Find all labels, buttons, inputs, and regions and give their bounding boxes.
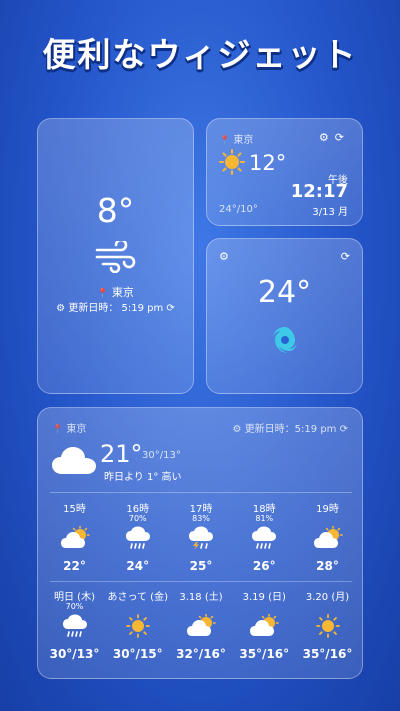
clock-widget[interactable]: 📍 東京 ⚙⟳ 12° 24°/10° 午後 12:17 3/13 月 xyxy=(206,118,363,226)
hourly-temperature: 28° xyxy=(316,559,339,573)
clock-widget-date: 3/13 月 xyxy=(312,207,348,218)
forecast-widget-location-label: 東京 xyxy=(66,424,87,435)
sunny-icon xyxy=(296,614,359,638)
hourly-label: 16時 xyxy=(126,504,150,515)
clock-widget-location: 📍 東京 xyxy=(219,131,253,146)
gear-icon[interactable]: ⚙ xyxy=(233,424,242,435)
divider xyxy=(50,492,352,493)
thunderstorm-icon xyxy=(170,526,233,550)
partly-cloudy-icon xyxy=(170,614,233,638)
forecast-widget[interactable]: 📍 東京 ⚙ 更新日時：5:19 pm ⟳ 21° 30°/13° 昨日より 1… xyxy=(37,407,363,679)
forecast-widget-updated: ⚙ 更新日時：5:19 pm ⟳ xyxy=(233,420,348,435)
refresh-icon[interactable]: ⟳ xyxy=(335,131,350,144)
clock-widget-location-label: 東京 xyxy=(233,135,254,146)
hourly-label: 17時 xyxy=(189,504,213,515)
daily-item: 3.18 (土) 32°/16° xyxy=(170,588,233,676)
daily-temperature: 32°/16° xyxy=(176,647,226,661)
wind-widget[interactable]: 8° 📍 東京 ⚙ 更新日時： 5:19 pm ⟳ xyxy=(37,118,194,394)
hourly-label: 18時 xyxy=(252,504,276,515)
clock-widget-time: 12:17 xyxy=(290,181,348,202)
hurricane-icon xyxy=(269,324,301,356)
hourly-item: 18時 81% 26° xyxy=(233,500,296,588)
daily-temperature: 30°/13° xyxy=(49,647,100,661)
precipitation-chance xyxy=(43,514,106,524)
refresh-icon[interactable]: ⟳ xyxy=(340,424,348,435)
daily-label: 3.20 (月) xyxy=(305,592,350,603)
refresh-icon[interactable]: ⟳ xyxy=(166,303,174,314)
daily-item: あさって (金) 30°/15° xyxy=(106,588,169,676)
daily-label: 明日 (木) xyxy=(54,592,95,603)
precipitation-chance xyxy=(296,602,359,612)
sun-icon xyxy=(219,149,245,175)
forecast-widget-updated-label: 更新日時：5:19 pm xyxy=(244,424,337,435)
hourly-label: 19時 xyxy=(316,504,339,515)
sunny-icon xyxy=(106,614,169,638)
hourly-item: 17時 83% 25° xyxy=(170,500,233,588)
storm-widget[interactable]: ⚙ ⟳ 24° xyxy=(206,238,363,394)
wind-widget-location: 📍 東京 xyxy=(38,284,193,300)
location-pin-icon: 📍 xyxy=(52,425,64,435)
precipitation-chance: 70% xyxy=(128,514,147,523)
daily-forecast: 明日 (木) 70% 30°/13° あさって (金) 30°/15° 3.18 (土) 3… xyxy=(43,588,359,676)
daily-temperature: 35°/16° xyxy=(302,647,353,661)
hourly-temperature: 25° xyxy=(189,559,213,573)
precipitation-chance: 70% xyxy=(65,602,84,611)
forecast-widget-high-low: 30°/13° xyxy=(142,450,181,461)
wind-widget-temperature: 8° xyxy=(96,191,135,230)
divider xyxy=(50,581,352,582)
gear-icon[interactable]: ⚙ xyxy=(56,303,65,314)
forecast-widget-location: 📍 東京 xyxy=(52,420,86,435)
daily-label: 3.18 (土) xyxy=(179,592,223,603)
precipitation-chance: 83% xyxy=(192,514,210,523)
precipitation-chance xyxy=(296,514,359,524)
hourly-item: 19時 28° xyxy=(296,500,359,588)
headline: 便利なウィジェット xyxy=(42,35,358,74)
gear-icon[interactable]: ⚙ xyxy=(219,250,229,263)
clock-widget-controls: ⚙⟳ xyxy=(319,131,350,144)
precipitation-chance xyxy=(170,602,233,612)
hourly-item: 16時 70% 24° xyxy=(106,500,169,588)
clock-widget-range: 24°/10° xyxy=(219,204,258,215)
daily-temperature: 35°/16° xyxy=(239,647,290,661)
clock-widget-temperature: 12° xyxy=(249,151,287,175)
partly-cloudy-icon xyxy=(296,526,359,550)
wind-widget-updated: ⚙ 更新日時： 5:19 pm ⟳ xyxy=(38,299,193,314)
wind-icon xyxy=(95,241,137,273)
location-pin-icon: 📍 xyxy=(219,136,231,146)
refresh-icon[interactable]: ⟳ xyxy=(341,250,350,263)
partly-cloudy-icon xyxy=(43,526,106,550)
daily-item: 3.19 (日) 35°/16° xyxy=(233,588,296,676)
daily-label: 3.19 (日) xyxy=(242,592,286,603)
daily-label: あさって (金) xyxy=(107,592,168,603)
hourly-temperature: 26° xyxy=(252,559,276,573)
wind-widget-location-label: 東京 xyxy=(111,286,134,299)
precipitation-chance xyxy=(106,602,169,612)
rain-icon xyxy=(43,614,106,638)
daily-item: 3.20 (月) 35°/16° xyxy=(296,588,359,676)
cloud-icon xyxy=(50,444,98,476)
storm-widget-temperature: 24° xyxy=(257,275,312,310)
hourly-forecast: 15時 22° 16時 70% 24° 17時 83% 25° 18時 81% 26° 19時 28° xyxy=(43,500,359,588)
rain-icon xyxy=(233,526,296,550)
partly-cloudy-icon xyxy=(233,614,296,638)
daily-temperature: 30°/15° xyxy=(112,647,163,661)
forecast-widget-comparison: 昨日より 1° 高い xyxy=(104,472,182,483)
location-pin-icon: 📍 xyxy=(97,289,109,299)
daily-item: 明日 (木) 70% 30°/13° xyxy=(43,588,106,676)
rain-icon xyxy=(106,526,169,550)
hourly-item: 15時 22° xyxy=(43,500,106,588)
precipitation-chance: 81% xyxy=(255,514,274,523)
hourly-temperature: 24° xyxy=(126,559,150,573)
wind-widget-updated-label: 更新日時： 5:19 pm xyxy=(68,303,164,314)
hourly-temperature: 22° xyxy=(63,559,86,573)
hourly-label: 15時 xyxy=(63,504,86,515)
precipitation-chance xyxy=(233,602,296,612)
forecast-widget-current-temp: 21° xyxy=(100,440,143,468)
gear-icon[interactable]: ⚙ xyxy=(319,131,335,144)
